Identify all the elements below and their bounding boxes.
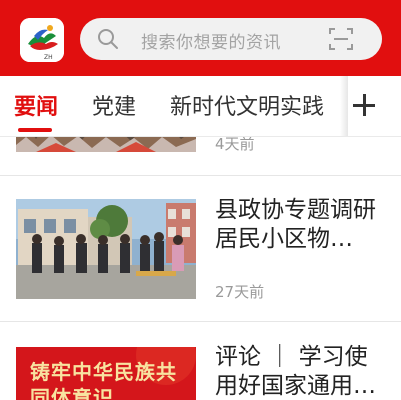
tab-xinshidai[interactable]: 新时代文明实践 [170,89,324,121]
tab-yaowen[interactable]: 要闻 [14,89,58,121]
active-tab-indicator [18,128,52,132]
tab-dangjian[interactable]: 党建 [92,89,136,121]
app-logo[interactable]: ZH [20,18,64,62]
news-title[interactable]: 评论 ｜ 学习使用好国家通用… [215,343,390,400]
news-thumbnail[interactable]: 铸牢中华民族共同体意识 [16,347,196,400]
search-bar[interactable]: 搜索你想要的资讯 [80,18,382,60]
search-placeholder[interactable]: 搜索你想要的资讯 [141,28,281,53]
tab-scroll-fade [340,76,348,136]
divider [0,175,401,176]
news-thumbnail[interactable] [16,199,196,299]
news-time: 4天前 [215,137,255,153]
divider [0,321,401,322]
thumbnail-text: 铸牢中华民族共同体意识 [30,360,177,400]
top-header: ZH 搜索你想要的资讯 [0,0,401,76]
channel-tabs: 要闻 党建 新时代文明实践 [0,76,401,137]
svg-text:ZH: ZH [44,54,53,61]
add-channel-button[interactable] [348,76,401,136]
news-time: 27天前 [215,283,265,301]
news-thumbnail[interactable] [16,137,196,152]
news-feed[interactable]: 4天前 县政协专题调研居民小区物… 27天前 铸牢中华民族共同体意识 评论 ｜ … [0,137,401,400]
news-title[interactable]: 县政协专题调研居民小区物… [215,196,390,254]
scan-icon[interactable] [328,26,354,52]
search-icon[interactable] [96,27,120,51]
